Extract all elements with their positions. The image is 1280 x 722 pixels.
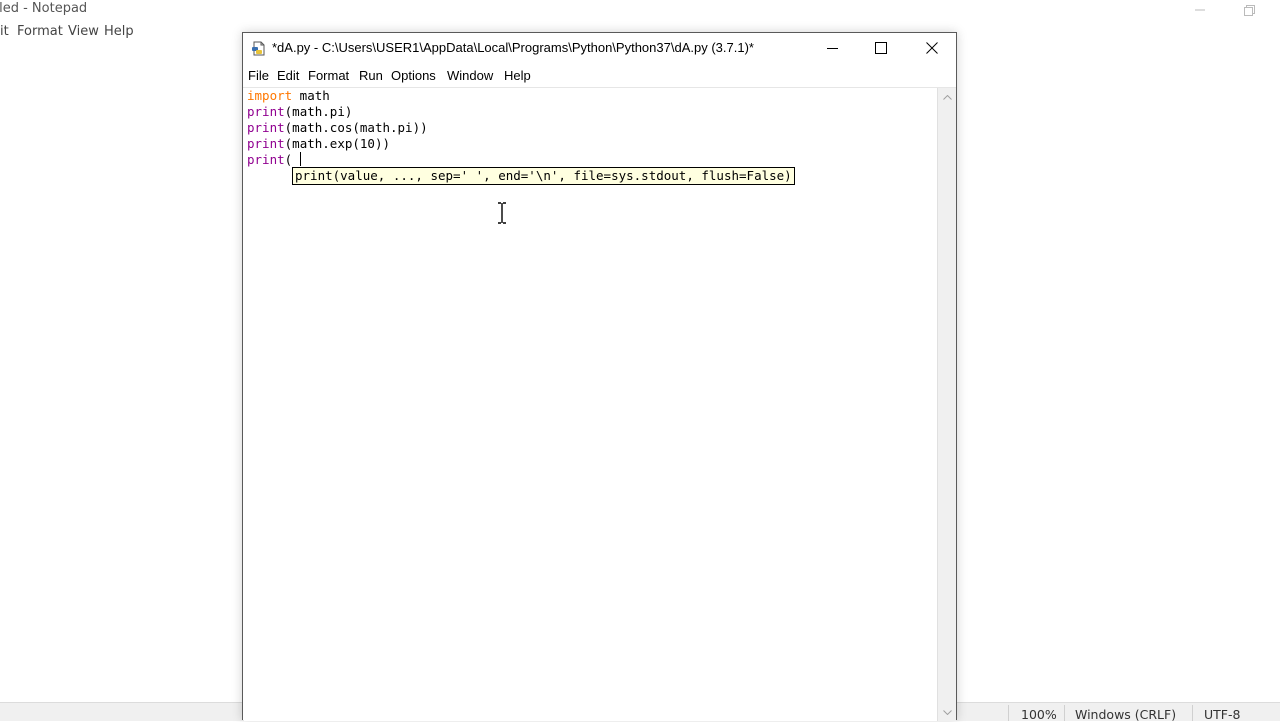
close-icon [926, 42, 938, 54]
code-line: print(math.exp(10)) [247, 136, 390, 151]
menu-run[interactable]: Run [359, 68, 383, 83]
chevron-down-icon [942, 709, 952, 715]
chevron-up-icon [942, 94, 952, 100]
scroll-down-button[interactable] [938, 703, 956, 721]
notepad-title: tled - Notepad [0, 1, 88, 16]
notepad-menu-view[interactable]: View [68, 24, 99, 39]
code-editor[interactable]: import math print(math.pi) print(math.co… [244, 88, 938, 721]
menu-help[interactable]: Help [504, 68, 531, 83]
menu-file[interactable]: File [248, 68, 269, 83]
maximize-icon [875, 42, 887, 54]
notepad-menu-help[interactable]: Help [104, 24, 134, 39]
scroll-up-button[interactable] [938, 88, 956, 106]
notepad-menu-edit[interactable]: it [0, 24, 9, 39]
idle-editor-window: *dA.py - C:\Users\USER1\AppData\Local\Pr… [242, 32, 957, 721]
notepad-menu-format[interactable]: Format [17, 24, 63, 39]
close-button[interactable] [909, 33, 955, 63]
minimize-icon [826, 47, 838, 49]
minimize-icon [1195, 9, 1205, 11]
menu-options[interactable]: Options [391, 68, 436, 83]
menu-edit[interactable]: Edit [277, 68, 299, 83]
notepad-restore-button[interactable] [1226, 0, 1272, 20]
restore-icon [1243, 4, 1255, 16]
idle-menubar: File Edit Format Run Options Window Help [243, 65, 956, 88]
python-file-icon [252, 41, 265, 56]
text-caret [300, 152, 301, 166]
maximize-button[interactable] [858, 33, 904, 63]
menu-window[interactable]: Window [447, 68, 493, 83]
notepad-minimize-button[interactable] [1177, 0, 1223, 20]
window-title: *dA.py - C:\Users\USER1\AppData\Local\Pr… [272, 40, 754, 55]
minimize-button[interactable] [809, 33, 855, 63]
code-line: print(math.pi) [247, 104, 353, 119]
calltip-tooltip: print(value, ..., sep=' ', end='\n', fil… [292, 167, 795, 185]
code-line: import math [247, 88, 330, 103]
code-line: print(math.cos(math.pi)) [247, 120, 428, 135]
code-line: print( [247, 152, 293, 167]
menu-format[interactable]: Format [308, 68, 349, 83]
idle-titlebar[interactable]: *dA.py - C:\Users\USER1\AppData\Local\Pr… [243, 33, 956, 63]
vertical-scrollbar[interactable] [937, 88, 956, 721]
ibeam-cursor-icon [498, 202, 506, 224]
